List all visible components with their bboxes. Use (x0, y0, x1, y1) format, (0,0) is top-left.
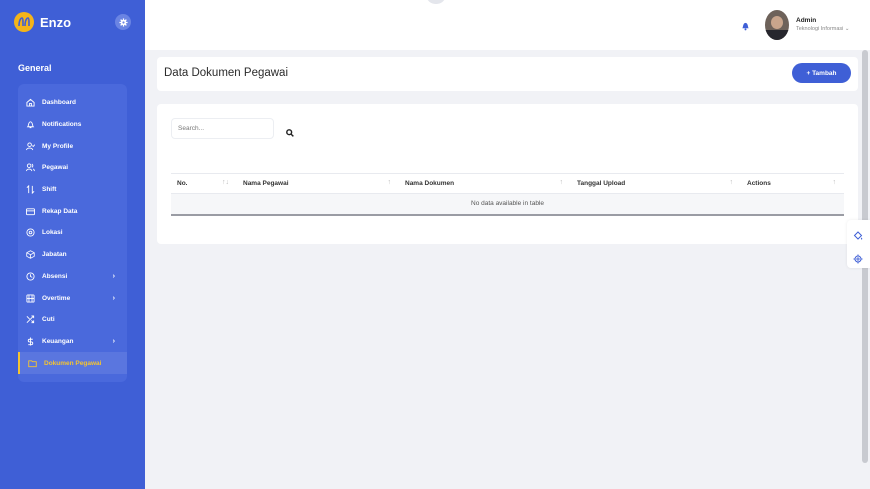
folder-icon (27, 358, 37, 368)
sidebar-item-pegawai[interactable]: Pegawai (18, 157, 127, 179)
sidebar-item-lokasi[interactable]: Lokasi (18, 222, 127, 244)
gear-icon (853, 254, 863, 264)
column-header-nama-dokumen[interactable]: Nama Dokumen ↑ (399, 173, 571, 194)
sidebar-item-label: My Profile (42, 142, 74, 150)
sidebar-item-notifications[interactable]: Notifications (18, 114, 127, 136)
column-header-tanggal-upload[interactable]: Tanggal Upload ↑ (571, 173, 741, 194)
column-header-no[interactable]: No. ↑↓ (171, 173, 237, 194)
sort-icon: ↑ (387, 179, 392, 186)
settings-gear-button[interactable] (115, 14, 131, 30)
chevron-right-icon: › (112, 272, 115, 280)
clock-icon (25, 271, 35, 281)
column-header-nama-pegawai[interactable]: Nama Pegawai ↑ (237, 173, 399, 194)
sidebar: Enzo General Dashboard Notifications My … (0, 0, 145, 489)
chevron-right-icon: › (112, 337, 115, 345)
sidebar-item-label: Keuangan (42, 337, 74, 345)
sidebar-item-label: Cuti (42, 316, 55, 324)
sidebar-item-dashboard[interactable]: Dashboard (18, 92, 127, 114)
paint-bucket-icon (853, 231, 863, 240)
location-icon (25, 228, 35, 238)
sidebar-item-jabatan[interactable]: Jabatan (18, 244, 127, 266)
page-header: Data Dokumen Pegawai + Tambah (157, 57, 858, 91)
empty-table-message: No data available in table (171, 193, 844, 216)
column-header-actions[interactable]: Actions ↑ (741, 173, 844, 194)
sidebar-item-label: Pegawai (42, 164, 69, 172)
sidebar-section-label: General (18, 63, 52, 73)
sort-icon: ↑↓ (222, 179, 229, 186)
paint-bucket-button[interactable] (853, 228, 863, 246)
sidebar-item-rekap-data[interactable]: Rekap Data (18, 200, 127, 222)
sidebar-item-label: Jabatan (42, 251, 67, 259)
search-button[interactable] (286, 124, 294, 142)
bell-outline-icon (25, 120, 35, 130)
sidebar-item-label: Absensi (42, 272, 68, 280)
sidebar-item-my-profile[interactable]: My Profile (18, 135, 127, 157)
settings-button[interactable] (853, 251, 863, 269)
brand-logo (14, 12, 34, 32)
shuffle-icon (25, 315, 35, 325)
sidebar-item-keuangan[interactable]: Keuangan › (18, 331, 127, 353)
bell-icon (742, 22, 749, 31)
sort-icon: ↑ (559, 179, 564, 186)
film-icon (25, 293, 35, 303)
sort-icon: ↑ (832, 179, 837, 186)
user-role-dropdown[interactable]: Teknologi Informasi ⌄ (796, 26, 850, 32)
add-button[interactable]: + Tambah (792, 63, 851, 83)
top-bar-indicator (427, 0, 445, 4)
sidebar-item-shift[interactable]: Shift (18, 179, 127, 201)
sidebar-item-label: Dashboard (42, 99, 76, 107)
sidebar-item-label: Overtime (42, 294, 71, 302)
card-icon (25, 206, 35, 216)
sidebar-item-absensi[interactable]: Absensi › (18, 266, 127, 288)
floating-customizer (847, 220, 870, 268)
users-icon (25, 163, 35, 173)
dollar-icon (25, 336, 35, 346)
box-icon (25, 250, 35, 260)
gear-icon (118, 17, 128, 27)
sidebar-item-overtime[interactable]: Overtime › (18, 287, 127, 309)
chevron-right-icon: › (112, 294, 115, 302)
sidebar-item-dokumen-pegawai[interactable]: Dokumen Pegawai (18, 352, 127, 374)
user-name[interactable]: Admin (796, 17, 816, 24)
sidebar-item-label: Dokumen Pegawai (44, 359, 102, 367)
avatar[interactable] (765, 10, 789, 40)
search-icon (286, 129, 294, 137)
page-title: Data Dokumen Pegawai (164, 67, 289, 79)
sidebar-item-cuti[interactable]: Cuti (18, 309, 127, 331)
sidebar-item-label: Rekap Data (42, 207, 78, 215)
search-input[interactable] (171, 118, 274, 139)
sidebar-item-label: Lokasi (42, 229, 63, 237)
sidebar-item-label: Notifications (42, 121, 82, 129)
swap-icon (25, 185, 35, 195)
brand-name: Enzo (40, 14, 72, 30)
data-table-card: No.↑↓ Nama Pegawai↑ Nama Dokumen↑ Tangga… (157, 104, 858, 244)
top-bar: Admin Teknologi Informasi ⌄ (145, 0, 870, 50)
home-icon (25, 98, 35, 108)
user-check-icon (25, 141, 35, 151)
brand[interactable]: Enzo (14, 11, 71, 33)
sidebar-item-label: Shift (42, 186, 57, 194)
documents-table: No. ↑↓ Nama Pegawai ↑ Nama Dokumen ↑ Tangga… (171, 173, 844, 216)
table-row: No data available in table (171, 193, 844, 216)
notification-bell-button[interactable] (741, 18, 750, 36)
sidebar-menu: Dashboard Notifications My Profile Pegaw… (18, 84, 127, 382)
sort-icon: ↑ (729, 179, 734, 186)
